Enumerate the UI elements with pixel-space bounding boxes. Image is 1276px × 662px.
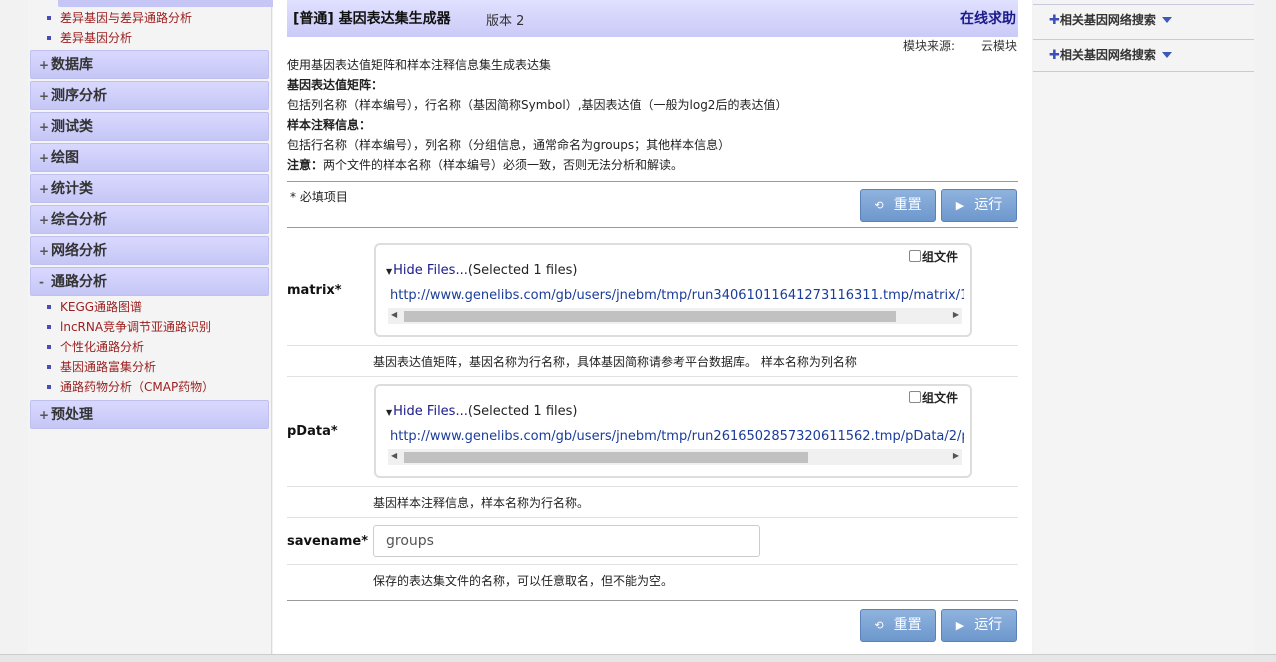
matrix-hint: 基因表达值矩阵，基因名称为行名称，具体基因简称请参考平台数据库。 样本名称为列名… [373,355,857,369]
matrix-file-box: 组文件 ▼Hide Files...(Selected 1 files) htt… [374,243,972,337]
separator [287,486,1018,487]
divider-form-top [287,227,1018,228]
scroll-left-icon[interactable]: ◀ [391,310,397,319]
sidebar-category-sequencing[interactable]: + 测序分析 [30,81,269,110]
caret-down-icon: ▼ [386,408,393,417]
divider-top [287,181,1018,182]
scroll-right-icon[interactable]: ▶ [953,451,959,460]
savename-label: savename* [287,534,368,549]
chevron-down-icon [1161,52,1172,58]
sidebar-item-diff-pathway[interactable]: 差异基因与差异通路分析 [47,8,271,28]
play-icon: ▶ [955,199,965,212]
play-icon: ▶ [955,619,965,632]
refresh-icon: ⟲ [874,199,884,212]
matrix-file-url[interactable]: http://www.genelibs.com/gb/users/jnebm/t… [390,288,964,303]
module-description: 使用基因表达值矩阵和样本注释信息集生成表达集 基因表达值矩阵： 包括列名称（样本… [287,55,1018,175]
related-gene-network-search-2[interactable]: ✚相关基因网络搜索 [1033,40,1254,72]
desc-sample-text: 包括行名称（样本编号），列名称（分组信息，通常命名为groups；其他样本信息） [287,138,731,152]
scrollbar-thumb[interactable] [404,311,896,322]
desc-intro: 使用基因表达值矩阵和样本注释信息集生成表达集 [287,58,552,72]
online-help-link[interactable]: 在线求助 [960,8,1016,28]
desc-note-text: 两个文件的样本名称（样本编号）必须一致，否则无法分析和解读。 [323,158,684,172]
sidebar-item-cmap[interactable]: 通路药物分析（CMAP药物） [47,377,271,397]
sidebar-category-preprocess[interactable]: + 预处理 [30,400,269,429]
sidebar-category-database[interactable]: + 数据库 [30,50,269,79]
desc-matrix-text: 包括列名称（样本编号），行名称（基因简称Symbol）,基因表达值（一般为log… [287,98,788,112]
caret-down-icon: ▼ [386,267,393,276]
collapsed-category-stub [58,0,298,7]
desc-sample-title: 样本注释信息： [287,118,372,132]
bottom-status-bar [0,654,1276,662]
left-sidebar: 差异基因与差异通路分析 差异基因分析 + 数据库 + 测序分析 + 测试类 + 绘图 +… [28,0,298,654]
reset-button-bottom[interactable]: ⟲ 重置 [860,609,936,642]
sidebar-category-pathway[interactable]: - 通路分析 [30,267,269,296]
matrix-hide-files-toggle[interactable]: ▼Hide Files...(Selected 1 files) [386,263,577,278]
main-panel: [普通] 基因表达集生成器 版本 2 在线求助 模块来源: 云模块 使用基因表达… [273,0,1032,654]
chevron-down-icon [1161,17,1172,23]
separator [287,517,1018,518]
pdata-group-toggle[interactable]: 组文件 [908,389,958,406]
pdata-file-box: 组文件 ▼Hide Files...(Selected 1 files) htt… [374,384,972,478]
sidebar-item-enrichment[interactable]: 基因通路富集分析 [47,357,271,377]
sidebar-sublist-top: 差异基因与差异通路分析 差异基因分析 [28,0,271,48]
sidebar-category-integrated[interactable]: + 综合分析 [30,205,269,234]
scroll-left-icon[interactable]: ◀ [391,451,397,460]
pdata-file-url[interactable]: http://www.genelibs.com/gb/users/jnebm/t… [390,429,964,444]
scrollbar-thumb[interactable] [404,452,808,463]
matrix-group-toggle[interactable]: 组文件 [908,248,958,265]
pdata-horizontal-scrollbar[interactable]: ◀ ▶ [388,449,962,465]
divider-bottom [287,600,1018,601]
sidebar-category-test[interactable]: + 测试类 [30,112,269,141]
sidebar-sublist-pathway: KEGG通路图谱 lncRNA竞争调节亚通路识别 个性化通路分析 基因通路富集分… [28,296,271,398]
module-source-label: 模块来源: [903,39,956,53]
savename-hint: 保存的表达集文件的名称，可以任意取名，但不能为空。 [373,574,674,588]
pdata-hide-files-toggle[interactable]: ▼Hide Files...(Selected 1 files) [386,404,577,419]
separator [287,564,1018,565]
plus-icon: ✚ [1049,48,1060,63]
savename-input[interactable]: groups [373,525,760,557]
pdata-label: pData* [287,424,338,439]
version-label: 版本 2 [486,14,525,29]
sidebar-category-plot[interactable]: + 绘图 [30,143,269,172]
scroll-right-icon[interactable]: ▶ [953,310,959,319]
matrix-label: matrix* [287,283,342,298]
separator [287,345,1018,346]
separator [287,376,1018,377]
desc-note-title: 注意： [287,158,324,172]
sidebar-category-network[interactable]: + 网络分析 [30,236,269,265]
sidebar-item-lncrna[interactable]: lncRNA竞争调节亚通路识别 [47,317,271,337]
pdata-hint: 基因样本注释信息，样本名称为行名称。 [373,496,590,510]
module-title-bar: [普通] 基因表达集生成器 版本 2 在线求助 [287,0,1018,37]
reset-button-top[interactable]: ⟲ 重置 [860,189,936,222]
run-button-bottom[interactable]: ▶ 运行 [941,609,1017,642]
related-gene-network-search-1[interactable]: ✚相关基因网络搜索 [1033,4,1254,40]
refresh-icon: ⟲ [874,619,884,632]
desc-matrix-title: 基因表达值矩阵： [287,78,384,92]
matrix-horizontal-scrollbar[interactable]: ◀ ▶ [388,308,962,324]
module-source-value: 云模块 [981,39,1018,53]
required-note: * 必填项目 [290,190,348,204]
page-title: [普通] 基因表达集生成器 [293,11,451,27]
checkbox-icon[interactable] [908,250,921,262]
sidebar-item-kegg[interactable]: KEGG通路图谱 [47,297,271,317]
sidebar-item-diff-gene[interactable]: 差异基因分析 [47,28,271,48]
right-sidebar: ✚相关基因网络搜索 ✚相关基因网络搜索 [1033,0,1254,654]
plus-icon: ✚ [1049,13,1060,28]
sidebar-item-personalized[interactable]: 个性化通路分析 [47,337,271,357]
checkbox-icon[interactable] [908,391,921,403]
run-button-top[interactable]: ▶ 运行 [941,189,1017,222]
sidebar-category-statistics[interactable]: + 统计类 [30,174,269,203]
